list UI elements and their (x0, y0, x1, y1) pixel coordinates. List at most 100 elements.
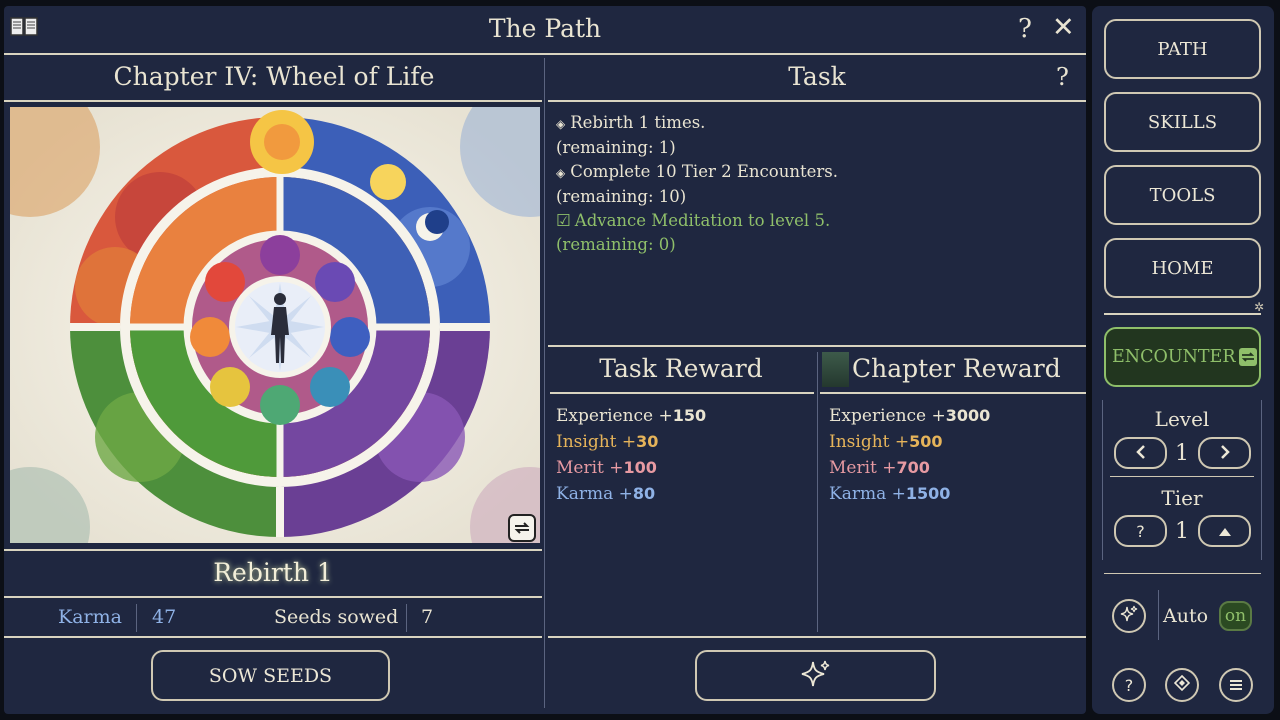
sparkle-icon (1119, 604, 1139, 628)
illustration-swap-icon[interactable] (508, 514, 536, 542)
sow-seeds-button[interactable]: SOW SEEDS (151, 650, 390, 701)
auto-label: Auto (1163, 605, 1209, 627)
reward-insight: Insight +30 (556, 429, 806, 455)
tier-value: 1 (1175, 519, 1189, 544)
image-divider (4, 549, 542, 551)
window-title: The Path (488, 14, 602, 43)
chapter-reward-title: Chapter Reward (852, 354, 1061, 383)
encounter-label: ENCOUNTER (1112, 347, 1236, 367)
tier-up-button[interactable] (1198, 515, 1251, 547)
wheel-of-life-illustration (10, 107, 540, 543)
level-value: 1 (1175, 441, 1189, 466)
task-text: Complete 10 Tier 2 Encounters. (570, 162, 838, 181)
task-item: ◈ Complete 10 Tier 2 Encounters. (556, 160, 1076, 185)
task-text: Advance Meditation to level 5. (574, 211, 831, 230)
level-tier-divider (1110, 476, 1254, 477)
auto-toggle[interactable]: on (1219, 601, 1252, 631)
tier-label: Tier (1161, 486, 1203, 510)
column-divider (544, 58, 545, 708)
task-remaining: (remaining: 10) (556, 187, 687, 206)
tier-help-label: ? (1136, 521, 1145, 541)
reward-value: 150 (672, 406, 707, 425)
tier-help-button[interactable]: ? (1114, 515, 1167, 547)
menu-button[interactable] (1219, 668, 1253, 702)
chapter-reward-divider (820, 392, 1086, 394)
task-text: Rebirth 1 times. (570, 113, 706, 132)
hamburger-menu-icon (1229, 676, 1243, 695)
sidebar-divider (1104, 573, 1261, 574)
seeds-stat-label: Seeds sowed (274, 606, 399, 628)
seeds-stat-value: 7 (421, 606, 434, 628)
reward-top-divider (548, 345, 1086, 347)
auto-separator (1158, 590, 1159, 640)
task-divider (548, 100, 1086, 102)
karma-stat-value: 47 (152, 606, 177, 628)
sidebar-divider (1104, 313, 1261, 315)
reward-label: Karma + (556, 484, 633, 504)
auto-sparkle-button[interactable] (1112, 599, 1146, 633)
reward-value: 100 (623, 458, 657, 477)
title-divider (4, 53, 1086, 55)
chevron-left-icon (1135, 444, 1147, 463)
chapter-reward-list: Experience +3000 Insight +500 Merit +700… (829, 403, 1079, 507)
level-increase-button[interactable] (1198, 437, 1251, 469)
reward-separator (817, 352, 818, 632)
chevron-right-icon (1219, 444, 1231, 463)
reward-experience: Experience +3000 (829, 403, 1079, 429)
rebirth-label: Rebirth 1 (213, 558, 333, 587)
reward-karma: Karma +80 (556, 481, 806, 507)
task-reward-title: Task Reward (599, 354, 763, 383)
nav-home-button[interactable]: HOME (1104, 238, 1261, 298)
stat-separator (136, 604, 137, 632)
swap-icon (1238, 348, 1257, 366)
task-item: ◈ Rebirth 1 times. (556, 111, 1076, 136)
triangle-up-icon (1218, 522, 1232, 541)
reward-label: Merit + (556, 458, 624, 478)
task-reward-list: Experience +150 Insight +30 Merit +100 K… (556, 403, 806, 507)
reward-value: 1500 (905, 484, 951, 503)
karma-stat-label: Karma (58, 606, 122, 628)
nav-skills-button[interactable]: SKILLS (1104, 92, 1261, 152)
reward-karma: Karma +1500 (829, 481, 1079, 507)
sparkle-action-button[interactable] (695, 650, 936, 701)
reward-insight: Insight +500 (829, 429, 1079, 455)
reward-value: 30 (636, 432, 659, 451)
diamond-bullet-icon: ◈ (556, 166, 566, 180)
diamond-icon (1173, 674, 1191, 695)
reward-merit: Merit +700 (829, 455, 1079, 481)
task-item-done: ☑ Advance Meditation to level 5. (556, 209, 1076, 233)
chapter-reward-image (822, 352, 849, 387)
reward-value: 500 (909, 432, 943, 451)
task-remaining: (remaining: 1) (556, 138, 676, 157)
reward-experience: Experience +150 (556, 403, 806, 429)
task-help-button[interactable]: ? (1056, 63, 1069, 91)
help-label: ? (1124, 675, 1134, 695)
nav-path-button[interactable]: PATH (1104, 19, 1261, 79)
reward-label: Experience + (556, 406, 673, 426)
diamond-button[interactable] (1165, 668, 1199, 702)
reward-value: 700 (896, 458, 930, 477)
reward-value: 3000 (945, 406, 991, 425)
task-remaining: (remaining: 0) (556, 235, 676, 254)
reward-label: Insight + (556, 432, 637, 452)
level-decrease-button[interactable] (1114, 437, 1167, 469)
settings-gear-icon[interactable]: ✲ (1254, 300, 1264, 314)
task-list: ◈ Rebirth 1 times. (remaining: 1) ◈ Comple… (556, 111, 1076, 257)
reward-bottom-divider (548, 636, 1086, 638)
stat-separator (406, 604, 407, 632)
window-help-button[interactable]: ? (1018, 14, 1032, 44)
reward-value: 80 (632, 484, 656, 503)
nav-tools-button[interactable]: TOOLS (1104, 165, 1261, 225)
reward-merit: Merit +100 (556, 455, 806, 481)
stats-divider (4, 636, 542, 638)
chapter-divider (4, 100, 542, 102)
sparkle-icon (799, 658, 833, 694)
task-title: Task (788, 62, 846, 91)
help-button[interactable]: ? (1112, 668, 1146, 702)
checkbox-checked-icon: ☑ (556, 211, 571, 230)
diamond-bullet-icon: ◈ (556, 117, 566, 131)
reward-label: Insight + (829, 432, 910, 452)
chapter-title: Chapter IV: Wheel of Life (113, 62, 435, 91)
encounter-button[interactable]: ENCOUNTER (1104, 327, 1261, 387)
window-close-button[interactable]: ✕ (1052, 12, 1075, 43)
